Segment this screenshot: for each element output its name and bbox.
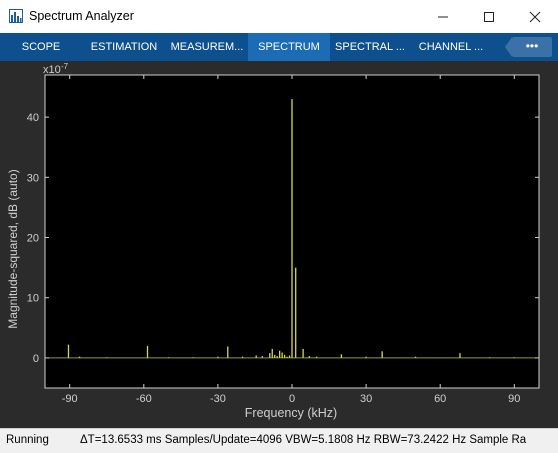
close-button[interactable]	[512, 0, 558, 33]
tab-estimation[interactable]: ESTIMATION	[82, 33, 166, 61]
spectrum-analyzer-app-icon	[9, 9, 23, 23]
window-title: Spectrum Analyzer	[29, 9, 134, 23]
minimize-icon	[438, 16, 448, 18]
y-tick-label: 30	[27, 172, 39, 184]
x-tick-label: 0	[289, 393, 295, 405]
maximize-icon	[484, 12, 494, 23]
y-axis-label: Magnitude-squared, dB (auto)	[6, 169, 20, 328]
tab-spectrum[interactable]: SPECTRUM	[248, 33, 330, 61]
close-icon	[529, 11, 541, 23]
y-exponent-base: x10	[43, 64, 61, 76]
tab-scope[interactable]: SCOPE	[0, 33, 82, 61]
y-tick-label: 0	[33, 353, 39, 365]
tab-spectral[interactable]: SPECTRAL ...	[330, 33, 410, 61]
spectrum-chart[interactable]: -90 -60 -30 0 30 60 90 0 10 20 30 40 x10 -7 Frequen…	[0, 61, 558, 428]
status-details-text: ΔT=13.6533 ms Samples/Update=4096 VBW=5.…	[80, 434, 527, 446]
y-exponent-power: -7	[61, 62, 69, 71]
toolstrip-tabs: SCOPE ESTIMATION MEASUREM... SPECTRUM SP…	[0, 33, 558, 61]
y-tick-label: 40	[27, 112, 39, 124]
x-tick-label: -90	[62, 393, 78, 405]
minimize-button[interactable]	[420, 0, 466, 33]
y-tick-label: 20	[27, 233, 39, 245]
more-arrow-icon	[505, 37, 512, 57]
x-tick-label: 30	[360, 393, 372, 405]
run-state-text: Running	[6, 434, 49, 446]
more-dots-icon: •••	[525, 39, 539, 53]
y-tick-label: 10	[27, 293, 39, 305]
plot-area: -90 -60 -30 0 30 60 90 0 10 20 30 40 x10 -7 Frequen…	[0, 61, 558, 428]
more-tabs-button[interactable]: •••	[505, 37, 552, 57]
x-tick-label: -60	[136, 393, 152, 405]
status-bar: Running ΔT=13.6533 ms Samples/Update=409…	[0, 428, 558, 453]
tab-channel[interactable]: CHANNEL ...	[410, 33, 492, 61]
x-axis-label: Frequency (kHz)	[245, 406, 337, 420]
title-bar: Spectrum Analyzer	[0, 0, 558, 33]
x-tick-label: 90	[508, 393, 520, 405]
maximize-button[interactable]	[466, 0, 512, 33]
x-tick-label: 60	[434, 393, 446, 405]
tab-measurements[interactable]: MEASUREM...	[166, 33, 248, 61]
x-tick-label: -30	[210, 393, 226, 405]
